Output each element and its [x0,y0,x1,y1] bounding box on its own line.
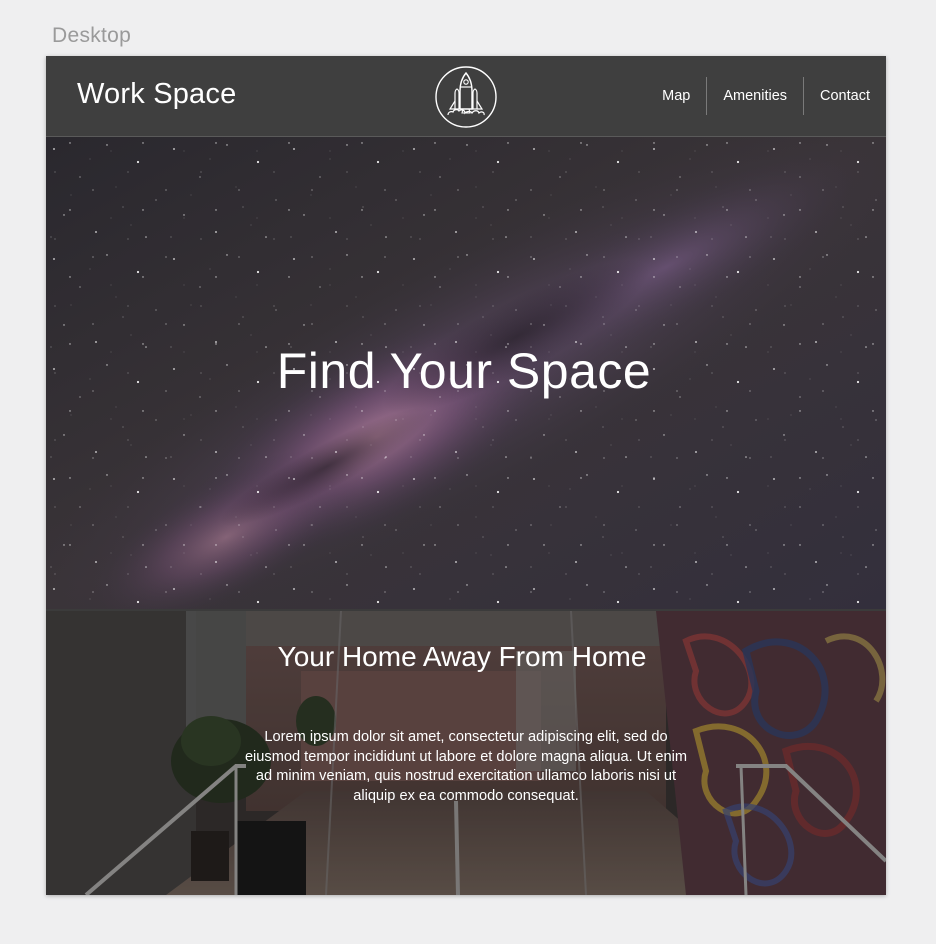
section-title: Your Home Away From Home [277,641,647,672]
hero-section: Find Your Space [46,137,886,609]
home-away-section: Your Home Away From Home Lorem ipsum dol… [46,611,886,895]
nav-contact[interactable]: Contact [804,76,886,116]
site-header: Work Space Map Amenities Contact [46,56,886,137]
nav-map[interactable]: Map [646,76,706,116]
nav-amenities[interactable]: Amenities [707,76,803,116]
rocket-shuttle-icon[interactable] [434,65,498,129]
main-nav: Map Amenities Contact [646,76,886,116]
artboard-label: Desktop [52,24,132,47]
brand-title[interactable]: Work Space [77,78,236,111]
desktop-frame: Work Space Map Amenities Contact Find Yo… [46,56,886,895]
hero-title: Find Your Space [276,343,652,399]
section-body-text: Lorem ipsum dolor sit amet, consectetur … [244,729,688,804]
